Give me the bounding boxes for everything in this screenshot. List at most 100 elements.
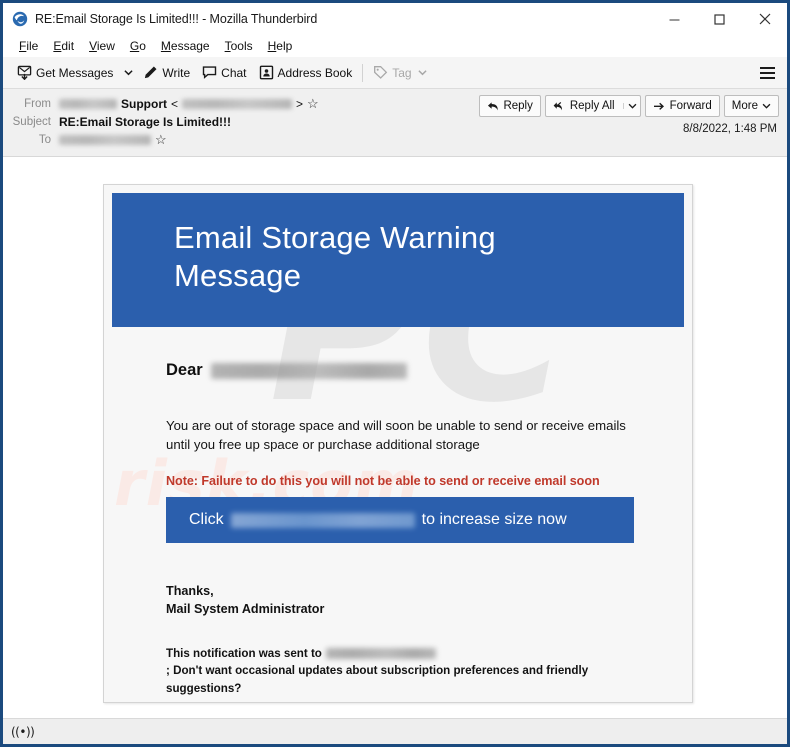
reply-all-dropdown[interactable] xyxy=(622,103,637,109)
from-label: From xyxy=(24,97,51,110)
message-header: From Support < > ☆ Subject RE:Email Stor… xyxy=(3,89,787,157)
email-paragraph: You are out of storage space and will so… xyxy=(166,418,626,453)
write-label: Write xyxy=(162,65,191,80)
fineprint-prefix: This notification was sent to xyxy=(166,647,322,661)
menu-tools-rest: ools xyxy=(230,39,253,53)
chevron-down-icon xyxy=(762,103,771,109)
hamburger-icon xyxy=(759,71,775,74)
cta-prefix: Click xyxy=(189,511,224,529)
menu-file[interactable]: File xyxy=(12,37,46,55)
reply-label: Reply xyxy=(503,100,533,112)
chevron-down-icon xyxy=(124,70,133,76)
address-book-button[interactable]: Address Book xyxy=(253,61,359,85)
chat-icon xyxy=(202,66,217,79)
main-toolbar: Get Messages Write Chat Address Book Tag xyxy=(3,57,787,89)
network-status-icon[interactable]: ((•)) xyxy=(11,725,35,739)
get-messages-button[interactable]: Get Messages xyxy=(11,61,119,85)
from-address-redacted xyxy=(182,98,293,109)
forward-label: Forward xyxy=(669,100,712,112)
reply-all-icon xyxy=(553,101,562,110)
to-star-icon[interactable]: ☆ xyxy=(155,133,167,146)
tag-label: Tag xyxy=(392,65,412,80)
title-bar: RE:Email Storage Is Limited!!! - Mozilla… xyxy=(3,3,787,35)
get-messages-icon xyxy=(17,65,32,80)
email-signature: Thanks, Mail System Administrator xyxy=(166,583,652,619)
message-body: PC risk.com Email Storage Warning Messag… xyxy=(3,157,787,718)
pencil-icon xyxy=(145,66,157,79)
from-display-name: Support xyxy=(121,96,167,111)
menu-bar: File Edit View Go Message Tools Help xyxy=(3,35,787,57)
app-menu-button[interactable] xyxy=(757,63,777,83)
menu-view-rest: iew xyxy=(96,39,115,53)
menu-message[interactable]: Message xyxy=(154,37,218,55)
signoff-line-2: Mail System Administrator xyxy=(166,602,325,617)
cta-link-redacted xyxy=(230,512,415,528)
reply-icon xyxy=(488,101,499,110)
fineprint-recipient-redacted xyxy=(325,648,436,660)
toolbar-separator xyxy=(362,63,364,82)
to-row: To ☆ xyxy=(11,131,779,148)
from-angle-close: > xyxy=(296,96,304,111)
close-button[interactable] xyxy=(742,3,787,35)
greeting-word: Dear xyxy=(166,361,203,379)
greeting-recipient-redacted xyxy=(210,362,407,379)
maximize-icon xyxy=(714,13,725,25)
menu-help-rest: elp xyxy=(276,39,293,53)
email-fineprint: This notification was sent to ; Don't wa… xyxy=(166,645,624,697)
more-button[interactable]: More xyxy=(723,95,779,117)
to-address-redacted xyxy=(59,134,151,145)
menu-edit-rest: dit xyxy=(61,39,75,53)
menu-edit[interactable]: Edit xyxy=(46,37,82,55)
from-value[interactable]: Support < > ☆ xyxy=(59,97,319,111)
to-label: To xyxy=(38,133,51,146)
menu-help[interactable]: Help xyxy=(261,37,301,55)
chevron-down-icon xyxy=(628,103,637,109)
thunderbird-icon xyxy=(12,11,28,27)
close-icon xyxy=(759,13,770,25)
thunderbird-window: RE:Email Storage Is Limited!!! - Mozilla… xyxy=(0,0,790,747)
email-content: Dear You are out of storage space and wi… xyxy=(104,327,692,697)
subject-label: Subject xyxy=(12,115,51,128)
reply-all-label: Reply All xyxy=(569,100,615,112)
email-card: PC risk.com Email Storage Warning Messag… xyxy=(103,184,693,703)
forward-arrow-icon xyxy=(653,102,664,110)
get-messages-dropdown[interactable] xyxy=(119,61,137,85)
message-actions: Reply Reply All Forward More xyxy=(479,95,779,117)
email-greeting: Dear xyxy=(166,361,652,380)
reply-button[interactable]: Reply xyxy=(479,95,541,117)
cta-button[interactable]: Click to increase size now xyxy=(166,497,634,544)
menu-tools[interactable]: Tools xyxy=(218,37,261,55)
subject-value: RE:Email Storage Is Limited!!! xyxy=(59,114,232,129)
from-angle-open: < xyxy=(171,96,179,111)
to-value[interactable]: ☆ xyxy=(59,133,167,146)
minimize-icon xyxy=(669,19,680,20)
write-button[interactable]: Write xyxy=(137,61,196,85)
window-controls xyxy=(652,3,787,35)
window-title: RE:Email Storage Is Limited!!! - Mozilla… xyxy=(35,12,318,26)
status-bar: ((•)) xyxy=(3,718,787,744)
reply-all-button[interactable]: Reply All xyxy=(544,95,641,117)
tag-chevron-down-icon xyxy=(417,70,427,76)
cta-suffix: to increase size now xyxy=(421,511,567,529)
from-domain-redacted xyxy=(59,98,117,109)
get-messages-label: Get Messages xyxy=(36,65,114,80)
menu-go[interactable]: Go xyxy=(123,37,154,55)
menu-view[interactable]: View xyxy=(82,37,123,55)
forward-button[interactable]: Forward xyxy=(644,95,720,117)
email-banner: Email Storage Warning Message xyxy=(112,193,684,327)
signoff-line-1: Thanks, xyxy=(166,584,214,599)
chat-label: Chat xyxy=(221,65,247,80)
email-note: Note: Failure to do this you will not be… xyxy=(166,474,600,489)
chat-button[interactable]: Chat xyxy=(196,61,252,85)
tag-icon xyxy=(374,66,388,79)
tag-button[interactable]: Tag xyxy=(367,61,432,85)
maximize-button[interactable] xyxy=(697,3,742,35)
more-label: More xyxy=(731,100,758,112)
menu-file-rest: ile xyxy=(26,39,39,53)
star-icon[interactable]: ☆ xyxy=(307,97,319,110)
message-date: 8/8/2022, 1:48 PM xyxy=(683,123,777,135)
menu-go-rest: o xyxy=(139,39,146,53)
minimize-button[interactable] xyxy=(652,3,697,35)
menu-message-rest: essage xyxy=(170,39,210,53)
address-book-label: Address Book xyxy=(277,65,353,80)
